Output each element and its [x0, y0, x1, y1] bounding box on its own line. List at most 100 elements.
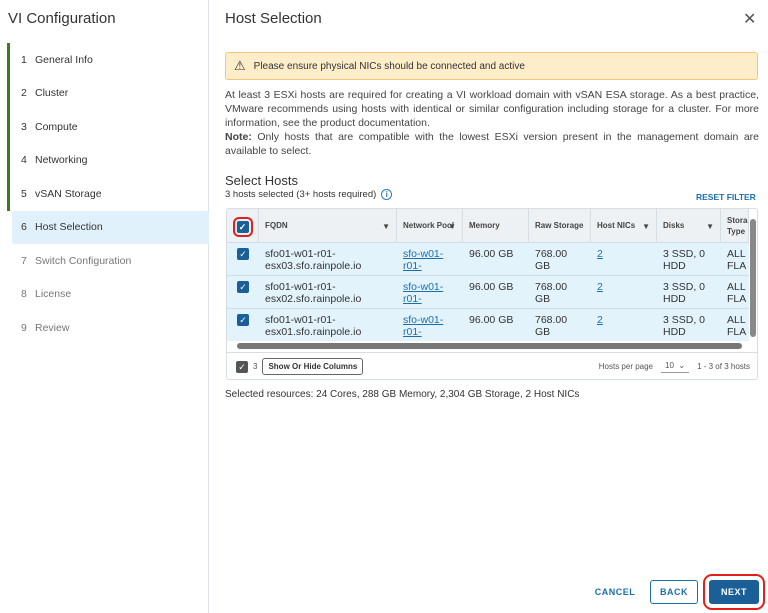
step-number: 2 [21, 87, 27, 100]
warning-icon: ⚠ [234, 58, 246, 73]
cancel-button[interactable]: CANCEL [590, 580, 640, 604]
fqdn-cell: sfo01-w01-r01-esx01.sfo.rainpole.io [265, 314, 362, 338]
row-checkbox[interactable]: ✓ [237, 248, 249, 260]
selection-count-text: 3 hosts selected (3+ hosts required) [225, 189, 377, 200]
column-label: Storage Type [727, 215, 748, 236]
step-number: 6 [21, 221, 27, 234]
back-button[interactable]: BACK [650, 580, 698, 604]
selected-count: 3 [253, 362, 258, 371]
warning-alert: ⚠ Please ensure physical NICs should be … [225, 52, 758, 80]
step-label: General Info [35, 53, 93, 66]
column-label: FQDN [265, 221, 288, 230]
table-row[interactable]: ✓ sfo01-w01-r01-esx01.sfo.rainpole.io sf… [227, 308, 749, 341]
row-select-cell: ✓ [227, 243, 259, 275]
row-checkbox[interactable]: ✓ [237, 314, 249, 326]
column-header-disks[interactable]: Disks ▼ [657, 209, 721, 242]
per-page-select[interactable]: 10 ⌄ [661, 360, 690, 373]
selected-resources: Selected resources: 24 Cores, 288 GB Mem… [225, 389, 580, 400]
row-select-cell: ✓ [227, 309, 259, 341]
filter-icon[interactable]: ▼ [642, 221, 650, 232]
per-page-value: 10 [665, 360, 674, 370]
step-host-selection[interactable]: 6 Host Selection [12, 210, 209, 244]
description: At least 3 ESXi hosts are required for c… [225, 88, 759, 158]
table-row[interactable]: ✓ sfo01-w01-r01-esx03.sfo.rainpole.io sf… [227, 242, 749, 275]
filter-icon[interactable]: ▼ [448, 221, 456, 232]
disks-cell: 3 SSD, 0 HDD [663, 281, 706, 305]
column-header-storage-type[interactable]: Storage Type [721, 209, 749, 242]
step-number: 4 [21, 154, 27, 167]
show-hide-columns-button[interactable]: Show Or Hide Columns [262, 358, 364, 375]
host-nics-link[interactable]: 2 [597, 314, 603, 326]
step-general-info[interactable]: 1 General Info [7, 43, 209, 77]
filter-icon[interactable]: ▼ [382, 221, 390, 232]
column-label: Network Pool [403, 221, 455, 230]
row-checkbox[interactable]: ✓ [237, 281, 249, 293]
step-number: 8 [21, 288, 27, 301]
step-vsan-storage[interactable]: 5 vSAN Storage [7, 177, 209, 211]
step-label: vSAN Storage [35, 187, 102, 200]
row-select-cell: ✓ [227, 276, 259, 308]
raw-storage-cell: 768.00 GB [535, 248, 568, 272]
pagination-range: 1 - 3 of 3 hosts [697, 362, 750, 371]
storage-type-cell: ALL FLA [727, 314, 747, 338]
step-label: Cluster [35, 87, 69, 100]
step-license[interactable]: 8 License [7, 278, 209, 312]
step-networking[interactable]: 4 Networking [7, 143, 209, 178]
network-pool-link[interactable]: sfo-w01-r01- [403, 248, 443, 272]
column-label: Disks [663, 221, 685, 230]
memory-cell: 96.00 GB [469, 281, 514, 293]
column-header-memory[interactable]: Memory [463, 209, 529, 242]
disks-cell: 3 SSD, 0 HDD [663, 248, 706, 272]
info-icon[interactable]: i [381, 189, 393, 200]
step-number: 3 [21, 120, 27, 133]
step-label: Review [35, 321, 70, 334]
step-compute[interactable]: 3 Compute [7, 110, 209, 144]
step-cluster[interactable]: 2 Cluster [7, 76, 209, 111]
selection-count: 3 hosts selected (3+ hosts required) i [225, 189, 393, 200]
column-header-fqdn[interactable]: FQDN ▼ [259, 209, 397, 242]
step-label: Host Selection [35, 221, 103, 234]
memory-cell: 96.00 GB [469, 314, 514, 326]
column-label: Raw Storage [535, 221, 584, 230]
filter-icon[interactable]: ▼ [706, 221, 714, 232]
storage-type-cell: ALL FLA [727, 281, 747, 305]
vertical-scrollbar[interactable] [750, 219, 756, 337]
step-label: Switch Configuration [35, 254, 132, 267]
column-header-host-nics[interactable]: Host NICs ▼ [591, 209, 657, 242]
note-label: Note: [225, 131, 252, 143]
description-text: At least 3 ESXi hosts are required for c… [225, 89, 759, 129]
step-review[interactable]: 9 Review [7, 311, 209, 345]
column-header-raw-storage[interactable]: Raw Storage [529, 209, 591, 242]
step-list: 1 General Info 2 Cluster 3 Compute 4 Networking… [7, 43, 209, 345]
horizontal-scrollbar[interactable] [237, 343, 742, 349]
selected-count-checkbox[interactable]: ✓ [236, 360, 248, 373]
disks-cell: 3 SSD, 0 HDD [663, 314, 706, 338]
step-number: 7 [21, 254, 27, 267]
step-number: 5 [21, 187, 27, 200]
select-all-checkbox[interactable]: ✓ [232, 217, 253, 237]
per-page-label: Hosts per page [598, 362, 654, 371]
section-title: Select Hosts [225, 173, 298, 188]
fqdn-cell: sfo01-w01-r01-esx03.sfo.rainpole.io [265, 248, 362, 272]
page-title: Host Selection [225, 10, 322, 27]
table-row[interactable]: ✓ sfo01-w01-r01-esx02.sfo.rainpole.io sf… [227, 275, 749, 308]
step-switch-configuration[interactable]: 7 Switch Configuration [7, 244, 209, 278]
host-nics-link[interactable]: 2 [597, 281, 603, 293]
step-label: License [35, 288, 72, 301]
note-text: Only hosts that are compatible with the … [225, 131, 759, 157]
wizard-title: VI Configuration [8, 10, 116, 27]
column-label: Host NICs [597, 221, 636, 230]
wizard-sidebar: VI Configuration 1 General Info 2 Cluster 3 C… [0, 0, 209, 613]
next-button[interactable]: NEXT [703, 574, 765, 610]
step-label: Networking [35, 154, 88, 167]
step-number: 1 [21, 53, 27, 66]
column-header-network-pool[interactable]: Network Pool ▼ [397, 209, 463, 242]
host-nics-link[interactable]: 2 [597, 248, 603, 260]
close-icon[interactable]: ✕ [743, 9, 756, 29]
step-label: Compute [35, 120, 78, 133]
reset-filter-button[interactable]: RESET FILTER [696, 192, 756, 202]
network-pool-link[interactable]: sfo-w01-r01- [403, 314, 443, 338]
memory-cell: 96.00 GB [469, 248, 514, 260]
network-pool-link[interactable]: sfo-w01-r01- [403, 281, 443, 305]
table-header: ✓ FQDN ▼ Network Pool ▼ Memory Raw Storage… [227, 209, 749, 242]
